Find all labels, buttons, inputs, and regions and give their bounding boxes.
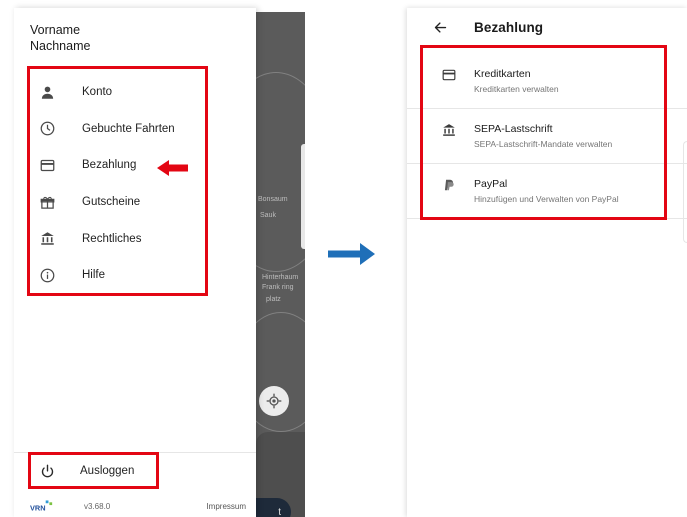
- paypal-icon: [441, 177, 457, 193]
- payment-option-subtitle: SEPA-Lastschrift-Mandate verwalten: [474, 139, 613, 149]
- payment-option-title: SEPA-Lastschrift: [474, 123, 553, 135]
- back-button[interactable]: [432, 19, 448, 35]
- person-icon: [39, 84, 55, 100]
- menu-item-label: Rechtliches: [82, 232, 142, 245]
- impressum-link[interactable]: Impressum: [206, 502, 246, 511]
- drawer-menu: Konto Gebuchte Fahrten Bezahlung Gutsche…: [30, 74, 205, 294]
- drawer-screenshot: Bonsaum Sauk Hinterhaum Frank ring platz…: [0, 0, 305, 517]
- bank-icon: [39, 231, 55, 247]
- payment-option-paypal[interactable]: PayPal Hinzufügen und Verwalten von PayP…: [407, 164, 687, 219]
- crosshair-icon: [266, 393, 282, 409]
- map-label: Frank ring: [262, 284, 294, 291]
- payment-options-list: Kreditkarten Kreditkarten verwalten SEPA…: [407, 54, 687, 219]
- payment-option-subtitle: Kreditkarten verwalten: [474, 84, 559, 94]
- map-label: Sauk: [260, 212, 276, 219]
- arrow-left-icon: [434, 21, 446, 33]
- svg-text:VRN: VRN: [30, 504, 46, 513]
- map-label: Bonsaum: [258, 196, 288, 203]
- menu-item-hilfe[interactable]: Hilfe: [30, 257, 205, 294]
- drawer-divider: [14, 452, 256, 453]
- menu-item-konto[interactable]: Konto: [30, 74, 205, 111]
- menu-item-gebuchte-fahrten[interactable]: Gebuchte Fahrten: [30, 111, 205, 148]
- menu-item-gutscheine[interactable]: Gutscheine: [30, 184, 205, 221]
- payment-screenshot: Bezahlung Kreditkarten Kreditkarten verw…: [407, 8, 687, 517]
- menu-item-label: Hilfe: [82, 269, 106, 282]
- locate-me-button[interactable]: [259, 386, 289, 416]
- credit-card-icon: [39, 157, 55, 173]
- map-side-tab[interactable]: [301, 144, 305, 249]
- user-last-name: Nachname: [30, 39, 91, 53]
- user-first-name: Vorname: [30, 23, 81, 37]
- drawer-footer: VRN v3.68.0 Impressum: [30, 498, 246, 514]
- page-title: Bezahlung: [474, 19, 544, 35]
- menu-item-label: Gutscheine: [82, 196, 141, 209]
- payment-option-sepa[interactable]: SEPA-Lastschrift SEPA-Lastschrift-Mandat…: [407, 109, 687, 164]
- gift-icon: [39, 194, 55, 210]
- menu-item-label: Konto: [82, 86, 113, 99]
- payment-option-subtitle: Hinzufügen und Verwalten von PayPal: [474, 194, 619, 204]
- map-background[interactable]: Bonsaum Sauk Hinterhaum Frank ring platz…: [256, 12, 305, 517]
- payment-option-title: PayPal: [474, 178, 508, 190]
- blue-transition-arrow-icon: [328, 243, 375, 265]
- map-label: platz: [266, 296, 281, 303]
- map-road: [256, 72, 305, 272]
- payment-option-kreditkarten[interactable]: Kreditkarten Kreditkarten verwalten: [407, 54, 687, 109]
- map-cta-button[interactable]: t: [256, 498, 291, 517]
- bank-icon: [441, 122, 457, 138]
- app-version: v3.68.0: [84, 501, 111, 511]
- payment-header: Bezahlung: [407, 8, 687, 46]
- logout-button[interactable]: Ausloggen: [30, 455, 160, 487]
- power-icon: [39, 463, 55, 479]
- user-name: Vorname Nachname: [30, 22, 190, 54]
- vrn-logo-icon: VRN: [30, 499, 54, 513]
- payment-option-title: Kreditkarten: [474, 68, 531, 80]
- red-pointer-arrow-icon: [157, 160, 188, 176]
- menu-item-label: Gebuchte Fahrten: [82, 122, 175, 135]
- logout-label: Ausloggen: [80, 465, 135, 477]
- menu-item-label: Bezahlung: [82, 159, 137, 172]
- info-icon: [39, 267, 55, 283]
- menu-item-rechtliches[interactable]: Rechtliches: [30, 220, 205, 257]
- clock-icon: [39, 121, 55, 137]
- map-label: Hinterhaum: [262, 274, 299, 281]
- credit-card-icon: [441, 67, 457, 83]
- background-card-edge: [683, 141, 687, 243]
